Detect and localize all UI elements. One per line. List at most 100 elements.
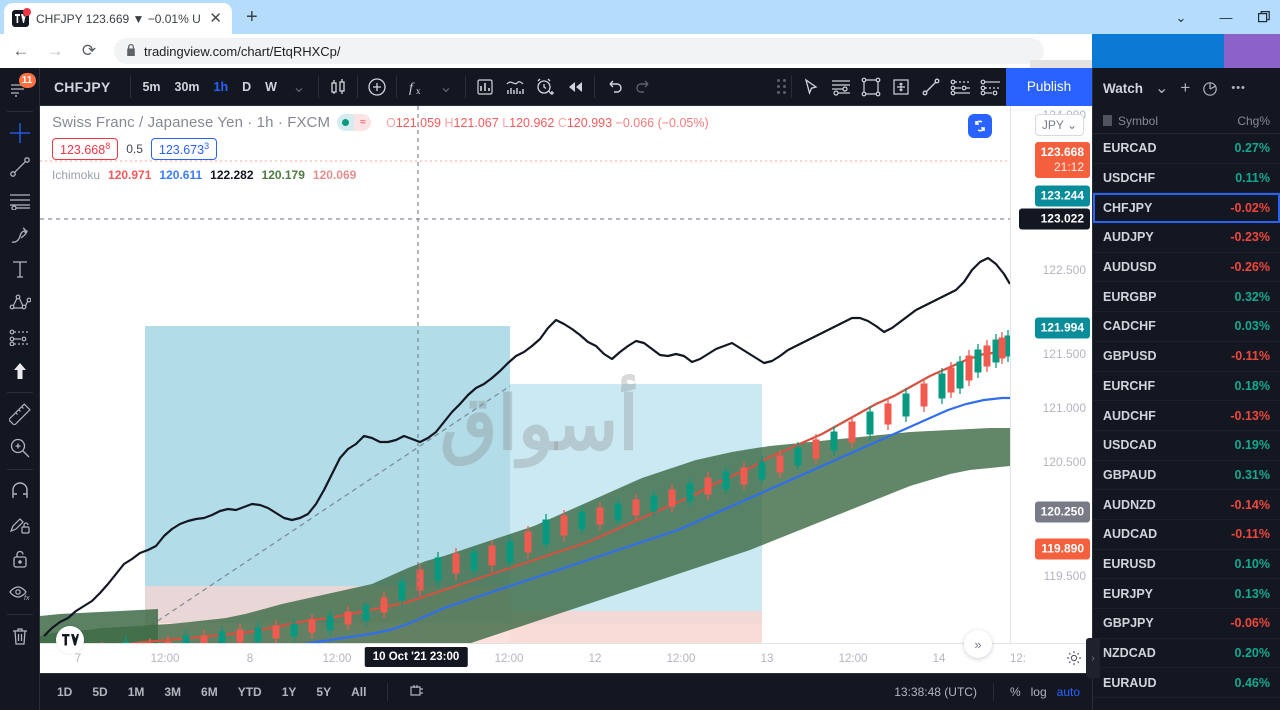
level-pill-red[interactable]: 123.6688 [52, 138, 119, 161]
ruler-icon[interactable] [3, 397, 37, 431]
watchlist-title[interactable]: Watch [1103, 81, 1143, 96]
chart-title[interactable]: Swiss Franc / Japanese Yen · 1h · FXCM [52, 114, 330, 131]
reload-icon[interactable]: ⟳ [74, 37, 104, 65]
price-tag-crosshair[interactable]: 123.022 [1018, 208, 1090, 230]
watchlist-row-usdchf[interactable]: USDCHF 0.11% [1093, 164, 1280, 194]
add-indicator-icon[interactable] [362, 72, 392, 102]
column-symbol-label[interactable]: Symbol [1118, 114, 1158, 128]
watchlist-row-audjpy[interactable]: AUDJPY -0.23% [1093, 223, 1280, 253]
chart-type-candles-icon[interactable] [323, 72, 353, 102]
time-axis[interactable]: 7 12:00 8 12:00 10 Oct '21 23:00 12:00 1… [40, 643, 1092, 673]
timeframe-1h[interactable]: 1h [207, 76, 236, 98]
indicators-fx-icon[interactable]: f x [401, 72, 431, 102]
log-scale-toggle[interactable]: log [1031, 685, 1047, 699]
timeframe-d[interactable]: D [235, 76, 258, 98]
close-icon[interactable]: ✕ [207, 11, 224, 26]
replay-icon[interactable] [560, 72, 590, 102]
range-all[interactable]: All [346, 682, 371, 702]
series-style-badge[interactable]: ≈ [337, 114, 372, 131]
watchlist-row-gbpaud[interactable]: GBPAUD 0.31% [1093, 461, 1280, 491]
pointer-icon[interactable] [796, 72, 826, 102]
range-1m[interactable]: 1M [123, 682, 150, 702]
price-tag-5[interactable]: 119.890 [1035, 538, 1090, 560]
watchlist-row-usdcad[interactable]: USDCAD 0.19% [1093, 431, 1280, 461]
address-bar[interactable]: tradingview.com/chart/EtqRHXCp/ [114, 38, 1044, 64]
alert-icon[interactable] [530, 72, 560, 102]
unlock-icon[interactable] [3, 542, 37, 576]
watchlist-row-chfjpy[interactable]: CHFJPY -0.02% [1093, 193, 1280, 224]
forward-icon[interactable]: → [40, 37, 70, 65]
watchlist-row-audcad[interactable]: AUDCAD -0.11% [1093, 520, 1280, 550]
watchlist-row-gbpjpy[interactable]: GBPJPY -0.06% [1093, 609, 1280, 639]
pattern-tool-icon[interactable] [946, 72, 976, 102]
chevron-down-icon[interactable]: ⌄ [431, 72, 461, 102]
gear-icon[interactable] [1066, 650, 1082, 671]
lines-tool-icon[interactable] [826, 72, 856, 102]
watchlist-row-nzdcad[interactable]: NZDCAD 0.20% [1093, 639, 1280, 669]
currency-selector[interactable]: JPY ⌄ [1034, 114, 1084, 136]
trash-icon[interactable] [3, 619, 37, 653]
level-pill-blue[interactable]: 123.6733 [150, 138, 218, 161]
pie-chart-icon[interactable] [1202, 80, 1219, 97]
arrow-up-icon[interactable] [3, 354, 37, 388]
watchlist-row-eurgbp[interactable]: EURGBP 0.32% [1093, 282, 1280, 313]
bar-replay-chart-icon[interactable] [470, 72, 500, 102]
add-symbol-button[interactable]: + [1180, 78, 1190, 98]
watchlist-row-eurusd[interactable]: EURUSD 0.10% [1093, 550, 1280, 580]
range-5y[interactable]: 5Y [311, 682, 336, 702]
percent-scale-toggle[interactable]: % [1010, 685, 1021, 699]
column-change-label[interactable]: Chg% [1237, 114, 1270, 128]
price-tag-3[interactable]: 121.994 [1034, 317, 1090, 339]
minimize-icon[interactable]: — [1215, 6, 1237, 28]
range-1y[interactable]: 1Y [277, 682, 302, 702]
undo-icon[interactable] [599, 72, 629, 102]
magnet-icon[interactable] [3, 474, 37, 508]
range-ytd[interactable]: YTD [233, 682, 267, 702]
chevron-down-icon[interactable]: ⌄ [1155, 78, 1168, 98]
redo-icon[interactable] [629, 72, 659, 102]
watchlist-row-audnzd[interactable]: AUDNZD -0.14% [1093, 490, 1280, 520]
timeframe-5m[interactable]: 5m [135, 76, 167, 98]
auto-scale-toggle[interactable]: auto [1057, 685, 1080, 699]
range-1d[interactable]: 1D [52, 682, 77, 702]
watchlist-row-gbpusd[interactable]: GBPUSD -0.11% [1093, 342, 1280, 372]
watchlist-more-button[interactable]: ••• [1231, 82, 1246, 94]
prediction-icon[interactable] [3, 320, 37, 354]
clock-utc[interactable]: 13:38:48 (UTC) [894, 685, 977, 699]
publish-button[interactable]: Publish [1006, 67, 1092, 106]
brush-icon[interactable] [3, 218, 37, 252]
zoom-icon[interactable] [3, 431, 37, 465]
back-icon[interactable]: ← [6, 37, 36, 65]
watchlist-row-eurchf[interactable]: EURCHF 0.18% [1093, 372, 1280, 402]
symbol-search-button[interactable]: CHFJPY [40, 79, 126, 95]
sync-toggle-button[interactable] [968, 114, 992, 138]
chevron-down-icon[interactable]: ⌄ [284, 72, 314, 102]
calendar-icon[interactable] [404, 680, 430, 705]
watchlist-row-eurjpy[interactable]: EURJPY 0.13% [1093, 579, 1280, 609]
timeframe-30m[interactable]: 30m [168, 76, 207, 98]
new-tab-button[interactable]: + [246, 7, 258, 27]
chart-canvas[interactable]: Swiss Franc / Japanese Yen · 1h · FXCM ≈… [40, 106, 1092, 710]
watchlist-row-cadchf[interactable]: CADCHF 0.03% [1093, 312, 1280, 342]
price-axis[interactable]: 124.000 122.500 121.500 121.000 120.500 … [1010, 106, 1092, 673]
price-tag-4[interactable]: 120.250 [1034, 501, 1090, 523]
browser-tab[interactable]: CHFJPY 123.669 ▼ −0.01% Unna ✕ [4, 3, 232, 34]
pattern-icon[interactable] [3, 286, 37, 320]
horizontal-lines-icon[interactable] [3, 184, 37, 218]
indicator-name[interactable]: Ichimoku [52, 168, 100, 182]
range-5d[interactable]: 5D [87, 682, 112, 702]
timeframe-w[interactable]: W [258, 76, 284, 98]
trend-line-icon[interactable] [3, 150, 37, 184]
volume-indicator-icon[interactable] [500, 72, 530, 102]
hide-drawings-icon[interactable]: fx [3, 576, 37, 610]
shape-tool-icon[interactable] [856, 72, 886, 102]
measure-tool-icon[interactable] [886, 72, 916, 102]
expand-panel-button[interactable]: › [1086, 638, 1100, 678]
scroll-to-realtime-button[interactable]: » [964, 630, 992, 658]
range-6m[interactable]: 6M [196, 682, 223, 702]
watchlist-row-audchf[interactable]: AUDCHF -0.13% [1093, 401, 1280, 431]
lock-drawings-icon[interactable] [3, 508, 37, 542]
trend-line-tool-icon[interactable] [916, 72, 946, 102]
cursor-crosshair-icon[interactable] [3, 116, 37, 150]
maximize-icon[interactable] [1253, 6, 1275, 28]
